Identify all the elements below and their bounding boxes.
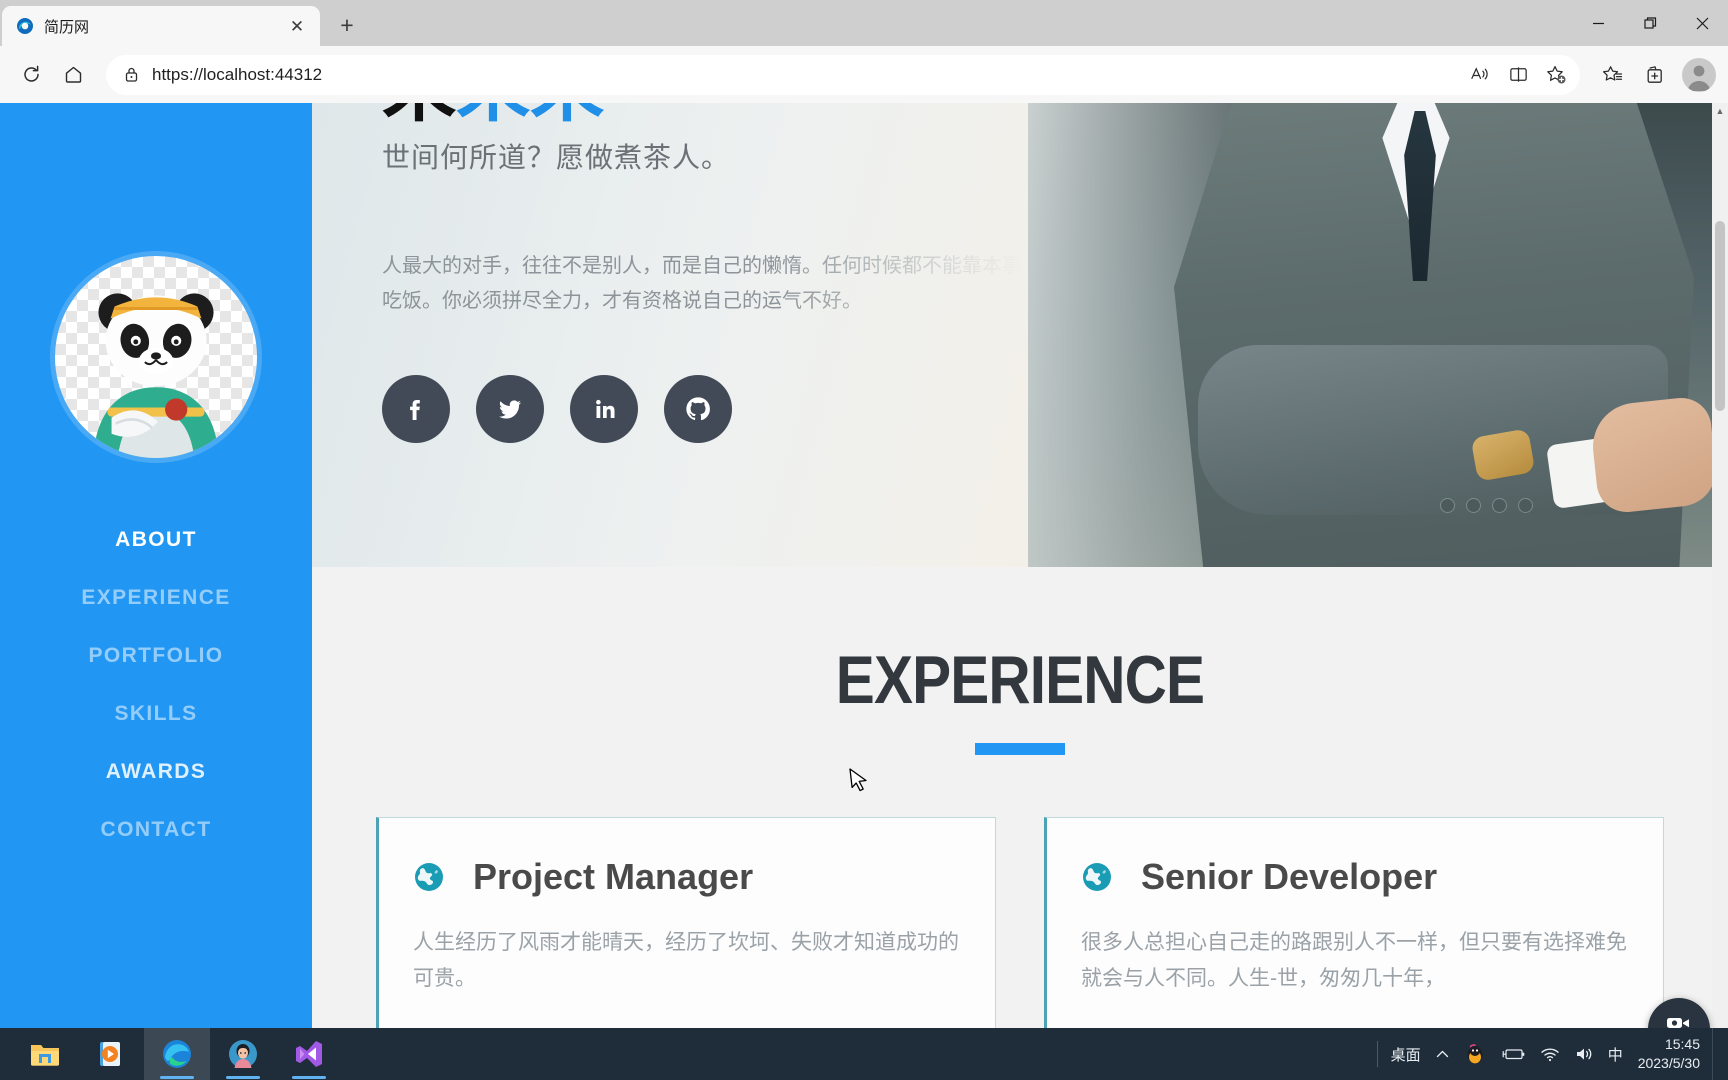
url-text[interactable]: https://localhost:44312 [152, 65, 1452, 85]
sidebar-item-skills[interactable]: SKILLS [0, 685, 312, 743]
read-aloud-icon[interactable] [1462, 58, 1498, 92]
qq-icon[interactable] [1457, 1028, 1493, 1080]
hero-title-dark: 朱 [382, 103, 456, 130]
tab-title: 简历网 [44, 18, 90, 36]
volume-icon[interactable] [1567, 1028, 1601, 1080]
globe-icon [1081, 861, 1113, 893]
clock-time: 15:45 [1664, 1036, 1700, 1053]
hero-subtitle: 世间何所道？愿做煮茶人。 [382, 141, 731, 175]
taskbar-file-explorer[interactable] [12, 1028, 78, 1080]
maximize-icon[interactable] [1624, 0, 1676, 46]
taskbar-apps [0, 1028, 342, 1080]
lock-icon [124, 66, 142, 83]
minimize-icon[interactable] [1572, 0, 1624, 46]
window-controls [1572, 0, 1728, 46]
panda-avatar-illustration [93, 293, 219, 458]
facebook-icon[interactable] [382, 375, 450, 444]
avatar [50, 251, 262, 463]
taskbar-visual-studio[interactable] [276, 1028, 342, 1080]
globe-icon [413, 861, 445, 893]
wifi-icon[interactable] [1533, 1028, 1567, 1080]
battery-icon[interactable] [1493, 1028, 1533, 1080]
experience-card-list: Project Manager 人生经历了风雨才能晴天，经历了坎坷、失败才知道成… [312, 755, 1728, 1038]
twitter-icon[interactable] [476, 375, 544, 444]
sidebar-item-awards[interactable]: AWARDS [0, 743, 312, 801]
sidebar-nav: ABOUT EXPERIENCE PORTFOLIO SKILLS AWARDS… [0, 511, 312, 859]
social-links [382, 375, 1042, 444]
refresh-icon[interactable] [12, 56, 50, 94]
show-desktop-button[interactable] [1712, 1028, 1720, 1080]
hero-photo [1028, 103, 1728, 567]
section-heading: EXPERIENCE [835, 642, 1205, 718]
hero-body-text: 人最大的对手，往往不是别人，而是自己的懒惰。任何时候都不能靠本事吃饭。你必须拼尽… [382, 253, 1022, 312]
sidebar-item-experience[interactable]: EXPERIENCE [0, 569, 312, 627]
new-tab-button[interactable]: + [328, 6, 366, 44]
scrollbar-thumb[interactable] [1715, 221, 1725, 411]
close-icon[interactable]: ✕ [284, 13, 310, 39]
site-sidebar: ABOUT EXPERIENCE PORTFOLIO SKILLS AWARDS… [0, 103, 312, 1080]
mouse-cursor [849, 768, 867, 792]
taskbar-microsoft-edge[interactable] [144, 1028, 210, 1080]
windows-taskbar: 桌面 中 15:45 2023/5/30 [0, 1028, 1728, 1080]
collections-icon[interactable] [1636, 56, 1674, 94]
tray-desktop-label[interactable]: 桌面 [1384, 1028, 1428, 1080]
page-title: 朱朱朱 [382, 103, 1042, 126]
favorites-icon[interactable] [1594, 56, 1632, 94]
experience-card[interactable]: Senior Developer 很多人总担心自己走的路跟别人不一样，但只要有选… [1044, 817, 1664, 1038]
github-icon[interactable] [664, 375, 732, 444]
scroll-up-arrow[interactable]: ▲ [1712, 103, 1728, 119]
page-scrollbar[interactable]: ▲ ▼ [1712, 103, 1728, 1080]
card-body: 人生经历了风雨才能晴天，经历了坎坷、失败才知道成功的可贵。 [413, 930, 959, 991]
hero-title-accent: 朱朱 [456, 103, 604, 130]
sidebar-item-portfolio[interactable]: PORTFOLIO [0, 627, 312, 685]
sleeve-buttons [1441, 499, 1532, 512]
taskbar-clock[interactable]: 15:45 2023/5/30 [1630, 1035, 1712, 1073]
omnibox-actions [1462, 58, 1574, 92]
window-close-icon[interactable] [1676, 0, 1728, 46]
hero-section: 朱朱朱 世间何所道？愿做煮茶人。 人最大的对手，往往不是别人，而是自己的懒惰。任… [312, 103, 1728, 567]
experience-card[interactable]: Project Manager 人生经历了风雨才能晴天，经历了坎坷、失败才知道成… [376, 817, 996, 1038]
experience-section: EXPERIENCE Project Manager 人生经历了风雨才能晴天，经… [312, 567, 1728, 1080]
sidebar-item-about[interactable]: ABOUT [0, 511, 312, 569]
tray-divider [1376, 1041, 1378, 1067]
clock-date: 2023/5/30 [1637, 1055, 1700, 1071]
taskbar-media-player[interactable] [78, 1028, 144, 1080]
sidebar-item-contact[interactable]: CONTACT [0, 801, 312, 859]
card-title: Project Manager [473, 856, 754, 897]
browser-tab[interactable]: 简历网 ✕ [2, 6, 320, 46]
ime-indicator[interactable]: 中 [1601, 1028, 1630, 1080]
card-title: Senior Developer [1141, 856, 1438, 897]
chevron-up-icon[interactable] [1428, 1028, 1457, 1080]
section-heading-rule [975, 743, 1065, 755]
hero-text: 朱朱朱 世间何所道？愿做煮茶人。 人最大的对手，往往不是别人，而是自己的懒惰。任… [382, 103, 1042, 444]
page-content: 朱朱朱 世间何所道？愿做煮茶人。 人最大的对手，往往不是别人，而是自己的懒惰。任… [312, 103, 1728, 1080]
edge-icon [16, 17, 34, 35]
card-body: 很多人总担心自己走的路跟别人不一样，但只要有选择难免就会与人不同。人生-世，匆匆… [1081, 930, 1627, 991]
home-icon[interactable] [54, 56, 92, 94]
hand-shape [1588, 395, 1720, 515]
tab-strip: 简历网 ✕ + [0, 0, 1728, 46]
address-bar[interactable]: https://localhost:44312 [106, 54, 1580, 95]
card-header: Senior Developer [1081, 856, 1627, 898]
split-screen-icon[interactable] [1500, 58, 1536, 92]
profile-avatar[interactable] [1682, 57, 1716, 92]
browser-window: 简历网 ✕ + https://localhost:44312 ABOUT EX… [0, 0, 1728, 1080]
browser-toolbar: https://localhost:44312 [0, 46, 1728, 103]
system-tray: 桌面 中 15:45 2023/5/30 [1371, 1028, 1728, 1080]
card-header: Project Manager [413, 856, 959, 898]
add-favorite-icon[interactable] [1538, 58, 1574, 92]
taskbar-avatar-app[interactable] [210, 1028, 276, 1080]
page-viewport: ABOUT EXPERIENCE PORTFOLIO SKILLS AWARDS… [0, 103, 1728, 1080]
linkedin-icon[interactable] [570, 375, 638, 444]
